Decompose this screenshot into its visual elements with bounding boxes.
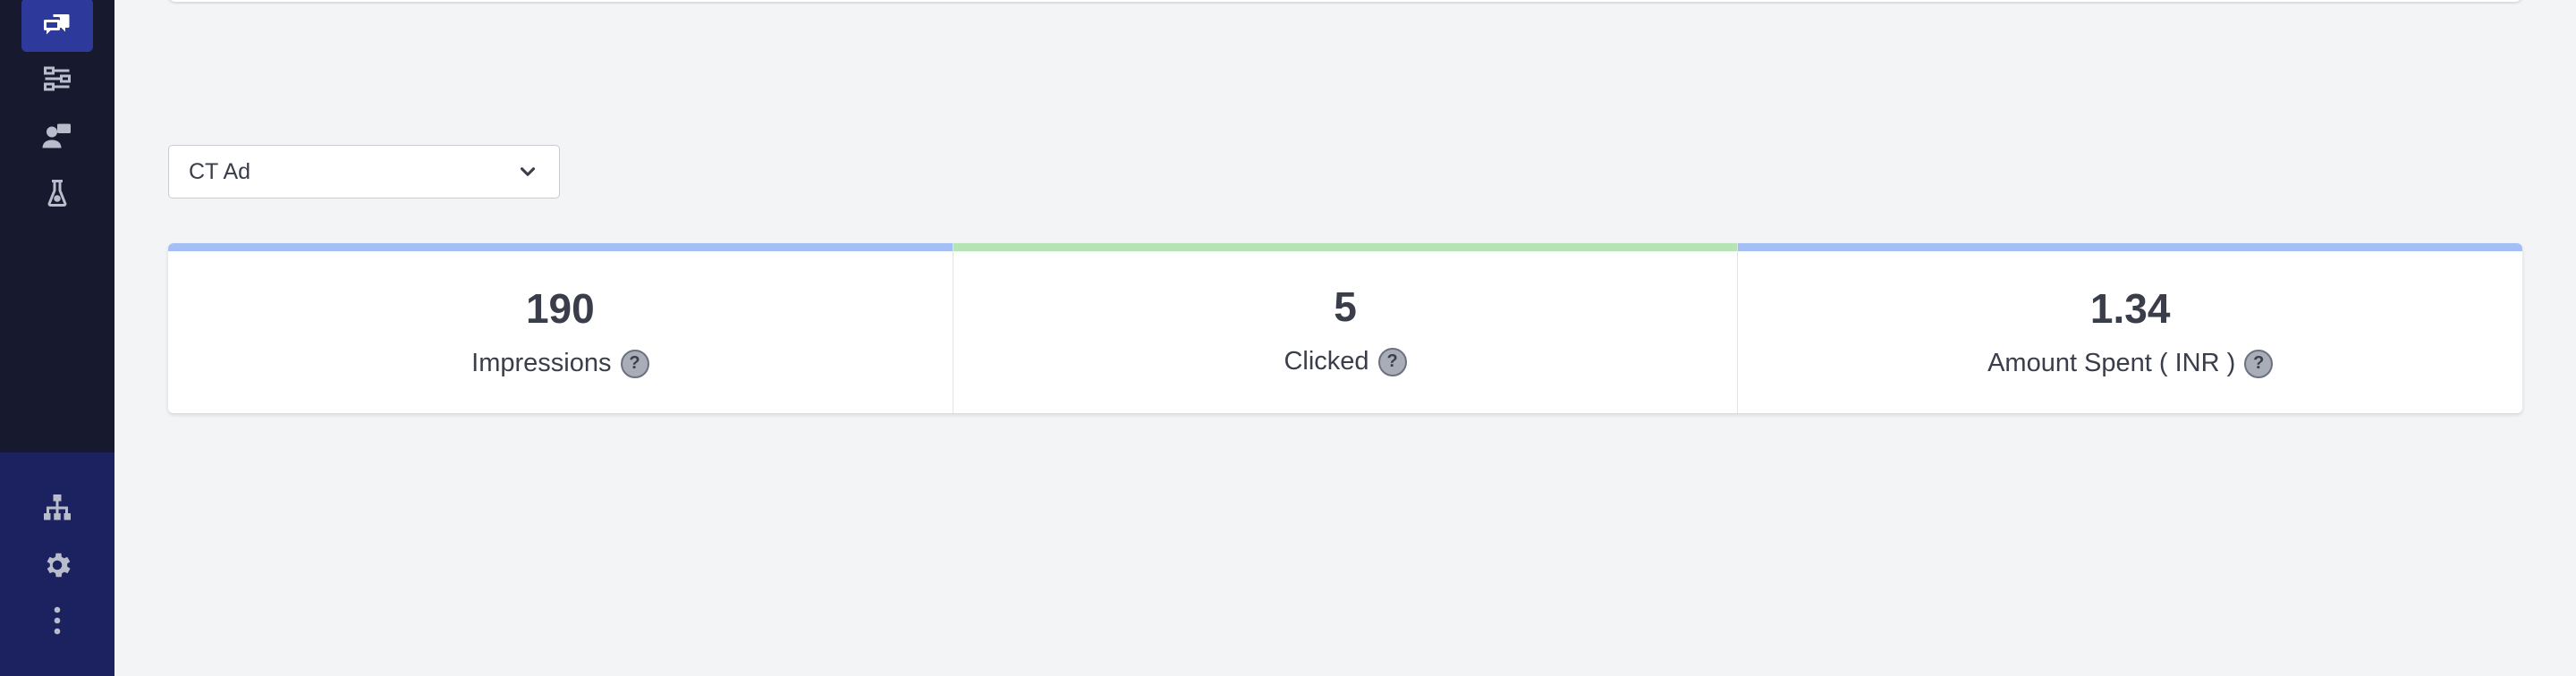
stat-clicked: 5 Clicked ?: [953, 243, 1739, 413]
stat-label: Amount Spent ( INR ): [1987, 349, 2236, 377]
nav-item-agents[interactable]: [21, 109, 93, 163]
sidebar: [0, 0, 114, 676]
stat-label: Impressions: [471, 349, 612, 377]
help-icon[interactable]: ?: [2244, 349, 2274, 378]
stat-value: 1.34: [2089, 285, 2171, 332]
more-vertical-icon: [54, 606, 61, 635]
hierarchy-icon: [44, 494, 71, 520]
stat-label-row: Impressions ?: [471, 349, 649, 378]
stat-label-row: Clicked ?: [1284, 347, 1407, 376]
previous-card: [168, 0, 2522, 2]
stat-label-row: Amount Spent ( INR ) ?: [1987, 349, 2274, 378]
sidebar-bottom: [0, 452, 114, 676]
dropdown-selected-value: CT Ad: [189, 158, 251, 184]
stat-amount-spent: 1.34 Amount Spent ( INR ) ?: [1738, 243, 2522, 413]
nav-item-flows[interactable]: [21, 52, 93, 106]
support-agent-icon: [42, 123, 71, 148]
chevron-down-icon: [520, 167, 536, 176]
stat-accent-bar: [168, 243, 953, 251]
stat-value: 190: [525, 285, 595, 332]
nav-item-more[interactable]: [21, 594, 93, 647]
nav-item-hierarchy[interactable]: [21, 481, 93, 535]
stat-value: 5: [1334, 283, 1357, 330]
nav-item-lab[interactable]: [21, 166, 93, 220]
stat-accent-bar: [1738, 243, 2522, 251]
nav-item-settings[interactable]: [21, 538, 93, 592]
flow-icon: [44, 66, 71, 91]
stats-card: 190 Impressions ? 5 Clicked ? 1.34 Amoun…: [168, 243, 2522, 413]
stat-accent-bar: [953, 243, 1738, 251]
nav-item-conversations[interactable]: [21, 0, 93, 52]
help-icon[interactable]: ?: [620, 349, 649, 378]
ad-select-dropdown[interactable]: CT Ad: [168, 145, 560, 199]
stat-label: Clicked: [1284, 347, 1369, 376]
help-icon[interactable]: ?: [1377, 347, 1407, 376]
lab-flask-icon: [47, 180, 67, 207]
chat-messages-icon: [44, 14, 70, 35]
gear-icon: [47, 553, 71, 578]
stat-impressions: 190 Impressions ?: [168, 243, 953, 413]
